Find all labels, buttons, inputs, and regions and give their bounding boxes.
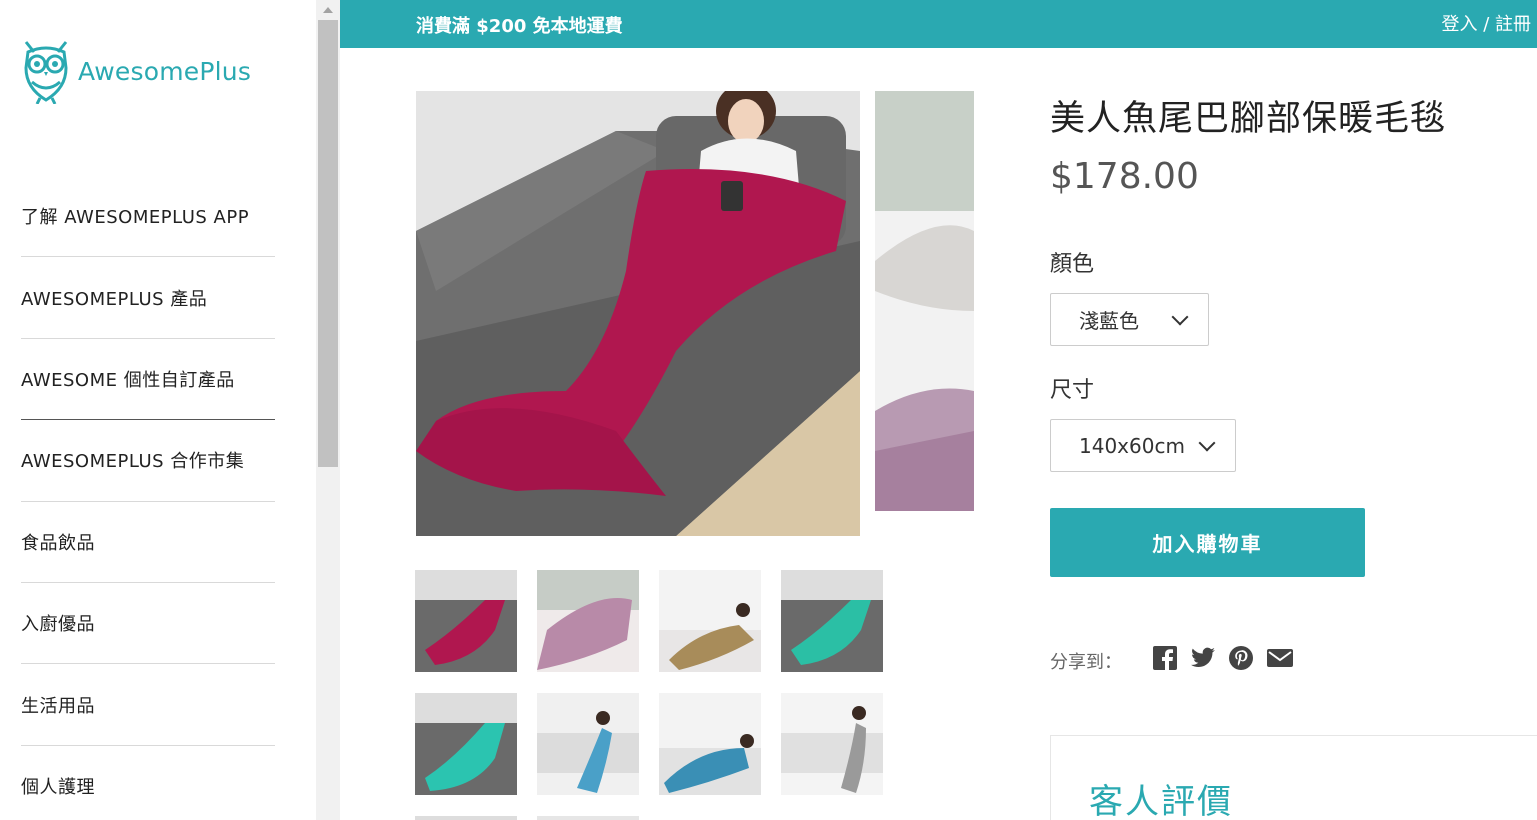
sidebar-item-kitchen[interactable]: 入廚優品 <box>21 583 275 665</box>
thumbnail-9[interactable] <box>415 816 517 820</box>
size-label: 尺寸 <box>1050 378 1095 403</box>
sidebar-item-products[interactable]: AWESOMEPLUS 產品 <box>21 257 275 339</box>
chevron-down-icon <box>1198 434 1216 452</box>
facebook-icon[interactable] <box>1152 645 1178 671</box>
email-icon[interactable] <box>1266 645 1293 671</box>
reviews-title: 客人評價 <box>1089 782 1233 820</box>
sidebar-item-custom-products[interactable]: AWESOME 個性自訂產品 <box>21 339 275 421</box>
twitter-icon[interactable] <box>1190 645 1216 671</box>
scroll-up-arrow-icon[interactable] <box>316 0 340 20</box>
product-title: 美人魚尾巴腳部保暖毛毯 <box>1050 99 1447 139</box>
product-price: $178.00 <box>1050 156 1199 197</box>
thumbnail-8[interactable] <box>781 693 883 795</box>
sidebar: AwesomePlus 了解 AWESOMEPLUS APP AWESOMEPL… <box>0 0 316 820</box>
sidebar-item-food[interactable]: 食品飲品 <box>21 502 275 583</box>
color-select-value: 淺藍色 <box>1079 309 1139 333</box>
top-banner: 消費滿 $200 免本地運費 登入 / 註冊 <box>340 0 1537 48</box>
sidebar-nav: 了解 AWESOMEPLUS APP AWESOMEPLUS 產品 AWESOM… <box>21 176 275 820</box>
sidebar-item-living[interactable]: 生活用品 <box>21 664 275 746</box>
brand-name: AwesomePlus <box>78 56 252 86</box>
promo-text: 消費滿 $200 免本地運費 <box>416 16 623 37</box>
thumbnail-4[interactable] <box>781 570 883 672</box>
logo[interactable]: AwesomePlus <box>20 38 251 104</box>
thumbnail-5[interactable] <box>415 693 517 795</box>
pinterest-icon[interactable] <box>1228 645 1254 671</box>
product-next-image[interactable] <box>875 91 974 536</box>
sidebar-item-marketplace[interactable]: AWESOMEPLUS 合作市集 <box>21 420 275 502</box>
share-icons <box>1152 645 1293 671</box>
sidebar-item-personal-care[interactable]: 個人護理 <box>21 746 275 820</box>
thumbnail-3[interactable] <box>659 570 761 672</box>
product-main-image[interactable] <box>416 91 860 536</box>
reviews-section: 客人評價 <box>1050 735 1537 820</box>
add-to-cart-button[interactable]: 加入購物車 <box>1050 508 1365 577</box>
size-select[interactable]: 140x60cm <box>1050 419 1236 472</box>
share-label: 分享到： <box>1050 652 1122 673</box>
color-select[interactable]: 淺藍色 <box>1050 293 1209 346</box>
size-select-value: 140x60cm <box>1079 433 1185 458</box>
owl-logo-icon <box>24 41 68 104</box>
chevron-down-icon <box>1171 308 1189 326</box>
color-label: 顏色 <box>1050 252 1095 277</box>
thumbnail-7[interactable] <box>659 693 761 795</box>
scroll-thumb[interactable] <box>318 20 338 467</box>
thumbnail-1[interactable] <box>415 570 517 672</box>
sidebar-scrollbar[interactable] <box>316 0 340 820</box>
sidebar-item-app[interactable]: 了解 AWESOMEPLUS APP <box>21 176 275 258</box>
login-register-link[interactable]: 登入 / 註冊 <box>1441 10 1531 36</box>
thumbnail-6[interactable] <box>537 693 639 795</box>
thumbnail-10[interactable] <box>537 816 639 820</box>
thumbnail-2[interactable] <box>537 570 639 672</box>
